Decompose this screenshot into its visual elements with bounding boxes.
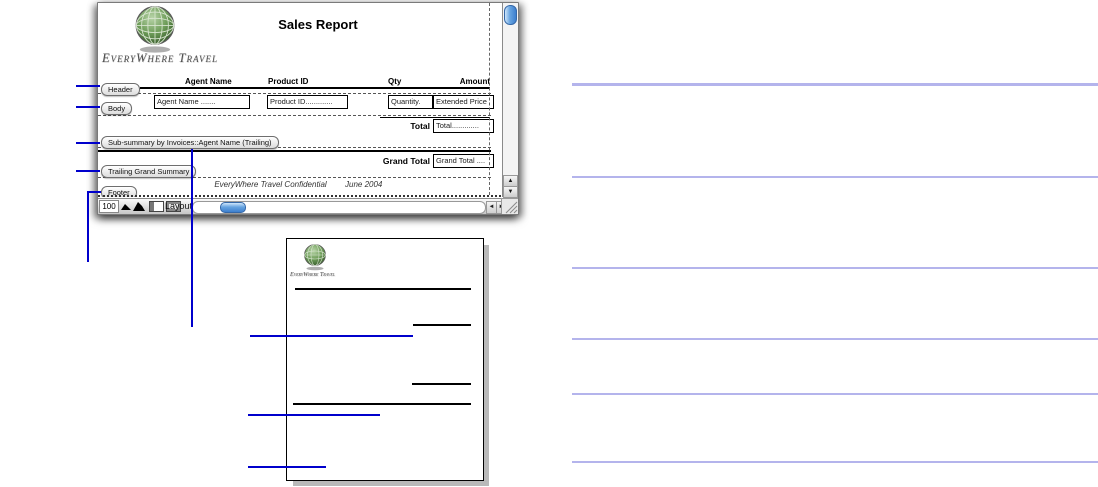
callout-line-subsummary	[76, 142, 100, 144]
column-header-amount: Amount	[459, 77, 490, 86]
footer-date-text: June 2004	[345, 180, 383, 189]
page-right-boundary	[489, 3, 490, 195]
figure-canvas: EveryWhere Travel Sales Report Agent Nam…	[0, 0, 1098, 487]
callout-line-subsummary-vertical	[191, 149, 193, 327]
report-preview-page: EveryWhere Travel	[286, 238, 484, 481]
resize-grip-icon	[505, 201, 518, 214]
status-bar: 100 Layout ◄ ►	[98, 198, 507, 214]
layout-bottom-edge	[98, 195, 501, 197]
grand-total-label: Grand Total	[382, 156, 430, 166]
filemaker-layout-window: EveryWhere Travel Sales Report Agent Nam…	[97, 2, 519, 215]
vertical-scroll-thumb[interactable]	[504, 5, 517, 25]
grand-summary-rule-line[interactable]	[98, 150, 491, 152]
window-resize-grip[interactable]	[501, 198, 518, 214]
layout-content-area: EveryWhere Travel Sales Report Agent Nam…	[98, 3, 501, 197]
callout-line-trailing-grand-summary	[76, 170, 100, 172]
callout-line-body	[76, 106, 100, 108]
callout-line-footer-horizontal	[87, 191, 101, 193]
status-area-toggle-icon[interactable]	[149, 201, 164, 212]
total-label: Total	[410, 121, 430, 131]
preview-globe-icon	[304, 244, 326, 271]
scroll-down-button[interactable]: ▼	[503, 186, 518, 198]
preview-brand-name: EveryWhere Travel	[290, 272, 335, 278]
field-extended-price[interactable]: Extended Price	[433, 95, 494, 109]
column-header-product-id: Product ID	[268, 77, 309, 86]
preview-grand-total-rule	[412, 383, 471, 385]
header-part-boundary[interactable]	[98, 93, 491, 94]
callout-line-preview-total-rule	[250, 335, 413, 337]
column-header-agent-name: Agent Name	[185, 77, 232, 86]
field-quantity[interactable]: Quantity.	[388, 95, 433, 109]
layout-mode-popup[interactable]: Layout	[165, 201, 192, 211]
part-label-body[interactable]: Body	[101, 102, 133, 115]
notes-ruled-line-1	[572, 83, 1098, 86]
part-label-trailing-grand-summary[interactable]: Trailing Grand Summary	[101, 165, 197, 178]
notes-ruled-line-6	[572, 461, 1098, 463]
notes-ruled-line-5	[572, 393, 1098, 395]
globe-icon	[135, 6, 175, 53]
field-total[interactable]: Total.............	[433, 119, 494, 133]
callout-line-preview-footer-rule	[248, 466, 326, 468]
part-label-header[interactable]: Header	[101, 83, 140, 96]
field-grand-total[interactable]: Grand Total ....	[433, 154, 494, 168]
body-part-boundary[interactable]	[98, 115, 491, 116]
field-agent-name[interactable]: Agent Name .......	[154, 95, 250, 109]
footer-confidential-text: EveryWhere Travel Confidential	[214, 180, 327, 189]
report-title: Sales Report	[278, 17, 358, 32]
callout-line-preview-grand-total-rule	[248, 414, 380, 416]
zoom-level-indicator[interactable]: 100	[99, 200, 119, 213]
zoom-in-icon[interactable]	[133, 202, 145, 211]
total-rule-line[interactable]	[380, 117, 490, 118]
horizontal-scrollbar[interactable]	[192, 201, 486, 214]
part-label-subsummary[interactable]: Sub-summary by Invoices::Agent Name (Tra…	[101, 136, 279, 149]
vertical-scrollbar[interactable]: ▲ ▼	[502, 3, 518, 198]
preview-footer-rule	[293, 403, 471, 405]
horizontal-scroll-thumb[interactable]	[220, 202, 246, 213]
preview-total-rule	[413, 324, 471, 326]
zoom-out-icon[interactable]	[121, 202, 131, 210]
notes-ruled-line-2	[572, 176, 1098, 178]
preview-header-rule	[295, 288, 471, 290]
field-product-id[interactable]: Product ID.............	[267, 95, 348, 109]
brand-name: EveryWhere Travel	[102, 51, 218, 65]
header-rule-line[interactable]	[140, 87, 490, 89]
notes-ruled-line-4	[572, 338, 1098, 340]
callout-line-header	[76, 85, 100, 87]
column-header-qty: Qty	[388, 77, 402, 86]
callout-line-footer-vertical	[87, 191, 89, 262]
notes-ruled-line-3	[572, 267, 1098, 269]
